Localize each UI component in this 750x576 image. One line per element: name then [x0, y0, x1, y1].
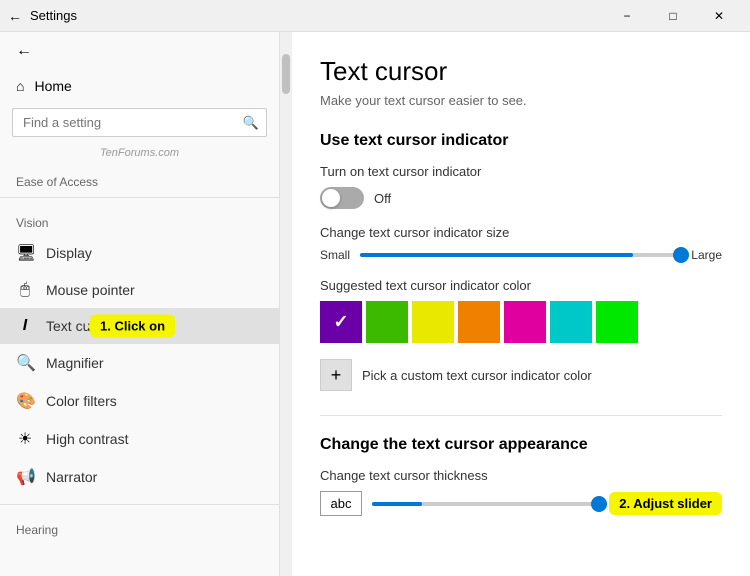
back-icon[interactable]: ← — [8, 8, 22, 24]
narrator-icon: 📢 — [16, 467, 34, 487]
main-layout: ← ⌂ Home 🔍 TenForums.com Ease of Access … — [0, 32, 750, 576]
content-area: Text cursor Make your text cursor easier… — [292, 32, 750, 576]
slider-large-label: Large — [691, 248, 722, 262]
toggle-state-text: Off — [374, 191, 391, 206]
color-swatch-6[interactable] — [596, 301, 638, 343]
sidebar: ← ⌂ Home 🔍 TenForums.com Ease of Access … — [0, 32, 280, 576]
sidebar-item-text-cursor[interactable]: I Text cursor 1. Click on — [0, 308, 279, 344]
custom-color-label: Pick a custom text cursor indicator colo… — [362, 368, 592, 383]
sidebar-item-high-contrast[interactable]: ☀ High contrast — [0, 420, 279, 458]
sidebar-divider-1 — [0, 197, 279, 198]
titlebar-controls: − □ ✕ — [604, 0, 742, 32]
thickness-label: Change text cursor thickness — [320, 468, 722, 483]
thickness-slider-wrap: abc 2. Adjust slider — [320, 491, 722, 516]
display-icon: 🖥 — [16, 243, 34, 263]
page-title: Text cursor — [320, 56, 722, 87]
section2-title: Change the text cursor appearance — [320, 436, 722, 454]
search-input[interactable] — [12, 108, 267, 137]
titlebar: ← Settings − □ ✕ — [0, 0, 750, 32]
narrator-label: Narrator — [46, 469, 97, 485]
section1-title: Use text cursor indicator — [320, 132, 722, 150]
magnifier-label: Magnifier — [46, 355, 104, 371]
thickness-slider-thumb[interactable] — [591, 496, 607, 512]
page-subtitle: Make your text cursor easier to see. — [320, 93, 722, 108]
sidebar-item-mouse-pointer[interactable]: 🖱 Mouse pointer — [0, 272, 279, 308]
add-custom-color-button[interactable]: + — [320, 359, 352, 391]
search-icon: 🔍 — [243, 115, 259, 131]
sidebar-item-color-filters[interactable]: 🎨 Color filters — [0, 382, 279, 420]
back-arrow-icon: ← — [16, 42, 32, 60]
toggle-label: Turn on text cursor indicator — [320, 164, 722, 179]
color-swatch-3[interactable] — [458, 301, 500, 343]
color-filters-label: Color filters — [46, 393, 117, 409]
thickness-slider-track[interactable] — [372, 502, 599, 506]
slider-small-label: Small — [320, 248, 350, 262]
maximize-button[interactable]: □ — [650, 0, 696, 32]
sidebar-item-magnifier[interactable]: 🔍 Magnifier — [0, 344, 279, 382]
color-swatch-4[interactable] — [504, 301, 546, 343]
text-cursor-icon: I — [16, 317, 34, 335]
mouse-pointer-icon: 🖱 — [16, 281, 34, 299]
custom-color-row: + Pick a custom text cursor indicator co… — [320, 359, 722, 391]
titlebar-title: Settings — [30, 8, 77, 23]
close-button[interactable]: ✕ — [696, 0, 742, 32]
color-swatches-row — [320, 301, 722, 343]
color-swatch-2[interactable] — [412, 301, 454, 343]
watermark: TenForums.com — [0, 143, 279, 165]
hearing-label: Hearing — [0, 509, 279, 541]
mouse-pointer-label: Mouse pointer — [46, 282, 135, 298]
size-slider-track[interactable] — [360, 253, 681, 257]
display-label: Display — [46, 245, 92, 261]
sidebar-search-box: 🔍 — [12, 108, 267, 137]
size-slider-thumb[interactable] — [673, 247, 689, 263]
sidebar-back-button[interactable]: ← — [0, 32, 279, 70]
sidebar-home-item[interactable]: ⌂ Home — [0, 70, 279, 102]
slider-label: Change text cursor indicator size — [320, 225, 722, 240]
high-contrast-label: High contrast — [46, 431, 128, 447]
color-swatch-0[interactable] — [320, 301, 362, 343]
sidebar-item-display[interactable]: 🖥 Display — [0, 234, 279, 272]
cursor-indicator-toggle[interactable] — [320, 187, 364, 209]
home-icon: ⌂ — [16, 78, 24, 94]
titlebar-left: ← Settings — [8, 8, 77, 24]
minimize-button[interactable]: − — [604, 0, 650, 32]
size-slider-fill — [360, 253, 633, 257]
scrollbar-thumb[interactable] — [282, 54, 290, 94]
size-slider-row: Small Large — [320, 248, 722, 262]
sidebar-item-narrator[interactable]: 📢 Narrator — [0, 458, 279, 496]
color-swatch-5[interactable] — [550, 301, 592, 343]
high-contrast-icon: ☀ — [16, 429, 34, 449]
thickness-slider-row: abc — [320, 491, 599, 516]
section-divider — [320, 415, 722, 416]
color-filters-icon: 🎨 — [16, 391, 34, 411]
color-swatch-1[interactable] — [366, 301, 408, 343]
sidebar-divider-2 — [0, 504, 279, 505]
abc-preview: abc — [320, 491, 362, 516]
scrollbar-track[interactable] — [280, 32, 292, 576]
magnifier-icon: 🔍 — [16, 353, 34, 373]
toggle-knob — [322, 189, 340, 207]
thickness-slider-fill — [372, 502, 422, 506]
ease-of-access-label: Ease of Access — [0, 165, 279, 193]
color-label: Suggested text cursor indicator color — [320, 278, 722, 293]
vision-label: Vision — [0, 202, 279, 234]
toggle-row: Off — [320, 187, 722, 209]
click-on-callout: 1. Click on — [90, 315, 175, 338]
adjust-slider-callout: 2. Adjust slider — [609, 492, 722, 515]
home-label: Home — [34, 78, 71, 94]
